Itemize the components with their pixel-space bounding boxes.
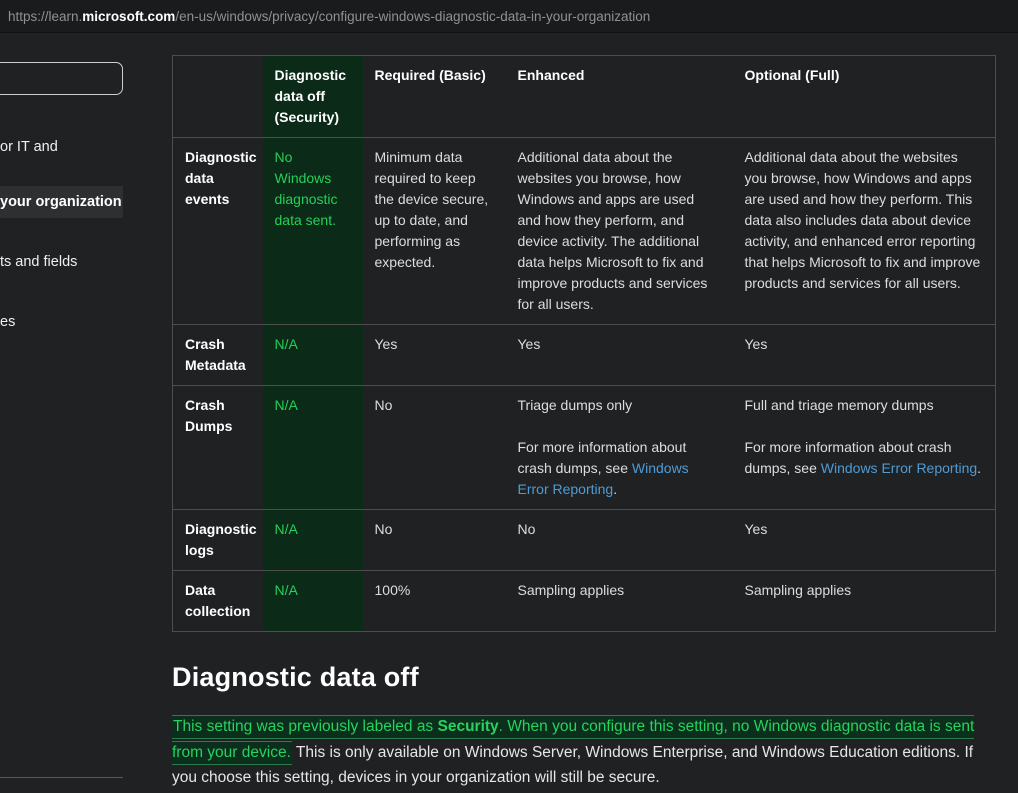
row-label-diagnostic-logs: Diagnostic logs [172, 509, 263, 571]
dumps-full-more: For more information about crash dumps, … [745, 437, 984, 479]
paragraph-rest: This is only available on Windows Server… [172, 743, 974, 787]
row-label-crash-metadata: Crash Metadata [172, 324, 263, 386]
url-path: /en-us/windows/privacy/configure-windows… [175, 8, 651, 24]
cell-dumps-enhanced: Triage dumps only For more information a… [505, 385, 733, 510]
table-row: Crash Dumps N/A No Triage dumps only For… [172, 385, 996, 510]
cell-events-basic: Minimum data required to keep the device… [362, 137, 506, 325]
cell-logs-basic: No [362, 509, 506, 571]
table-header-row: Diagnostic data off (Security) Required … [172, 55, 996, 138]
sidebar-item-active-your-organization[interactable]: your organization [0, 186, 123, 218]
sidebar-divider [0, 777, 123, 778]
row-label-diagnostic-data-events: Diagnostic data events [172, 137, 263, 325]
highlight-bold-security: Security [437, 718, 499, 735]
sidebar-item-fragment[interactable]: es [0, 314, 15, 330]
dumps-enhanced-more: For more information about crash dumps, … [518, 437, 721, 500]
row-label-crash-dumps: Crash Dumps [172, 385, 263, 510]
table-row: Crash Metadata N/A Yes Yes Yes [172, 324, 996, 386]
cell-dumps-security: N/A [262, 385, 363, 510]
cell-dumps-basic: No [362, 385, 506, 510]
cell-events-enhanced: Additional data about the websites you b… [505, 137, 733, 325]
table-row: Diagnostic data events No Windows diagno… [172, 137, 996, 325]
cell-logs-security: N/A [262, 509, 363, 571]
sidebar: or IT and your organization ts and field… [0, 33, 150, 793]
sidebar-item-fragment[interactable]: or IT and [0, 139, 58, 155]
windows-error-reporting-link[interactable]: Windows Error Reporting [821, 460, 977, 476]
cell-metadata-basic: Yes [362, 324, 506, 386]
dumps-enhanced-text: Triage dumps only [517, 397, 633, 413]
cell-logs-enhanced: No [505, 509, 733, 571]
url-prefix: https://learn. [8, 8, 83, 24]
highlight-part1: This setting was previously labeled as [173, 718, 438, 735]
cell-dumps-full: Full and triage memory dumps For more in… [732, 385, 996, 510]
header-diagnostic-data-off: Diagnostic data off (Security) [262, 55, 363, 138]
section-heading-diagnostic-data-off: Diagnostic data off [172, 662, 419, 692]
cell-collection-full: Sampling applies [732, 570, 996, 632]
header-enhanced: Enhanced [505, 55, 733, 138]
header-empty [172, 55, 263, 138]
cell-metadata-full: Yes [732, 324, 996, 386]
sidebar-item-fragment[interactable]: ts and fields [0, 254, 77, 270]
cell-collection-enhanced: Sampling applies [505, 570, 733, 632]
cell-events-full: Additional data about the websites you b… [732, 137, 996, 325]
url-domain: microsoft.com [82, 8, 176, 24]
table-row: Data collection N/A 100% Sampling applie… [172, 570, 996, 632]
dumps-enhanced-more-post: . [613, 481, 618, 497]
header-optional-full: Optional (Full) [732, 55, 996, 138]
cell-events-security: No Windows diagnostic data sent. [262, 137, 363, 325]
header-required-basic: Required (Basic) [362, 55, 506, 138]
dumps-full-text: Full and triage memory dumps [744, 397, 934, 413]
cell-collection-security: N/A [262, 570, 363, 632]
diagnostic-data-comparison-table: Diagnostic data off (Security) Required … [172, 55, 996, 632]
table-row: Diagnostic logs N/A No No Yes [172, 509, 996, 571]
row-label-data-collection: Data collection [172, 570, 263, 632]
cell-collection-basic: 100% [362, 570, 506, 632]
article-content: Diagnostic data off (Security) Required … [172, 55, 996, 791]
cell-metadata-enhanced: Yes [505, 324, 733, 386]
cell-logs-full: Yes [732, 509, 996, 571]
section-paragraph: This setting was previously labeled as S… [172, 714, 995, 791]
cell-metadata-security: N/A [262, 324, 363, 386]
dumps-full-more-post: . [977, 460, 982, 476]
sidebar-search-input[interactable] [0, 62, 123, 95]
browser-address-bar[interactable]: https://learn. microsoft.com/en-us/window… [0, 0, 1018, 33]
sidebar-active-label: your organization [0, 194, 122, 210]
